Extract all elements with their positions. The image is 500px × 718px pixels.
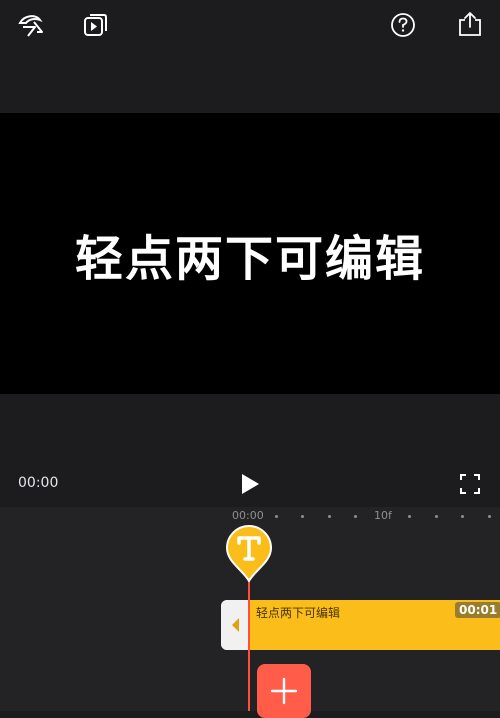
logo-icon[interactable]: [16, 10, 46, 40]
video-preview[interactable]: 轻点两下可编辑: [0, 113, 500, 394]
plus-icon: [270, 677, 298, 705]
current-time: 00:00: [18, 475, 59, 491]
ruler-mid-label: 10f: [374, 509, 392, 522]
ruler-tick: [328, 515, 331, 518]
ruler-tick: [488, 515, 491, 518]
help-icon[interactable]: [389, 11, 417, 39]
text-marker-icon[interactable]: [225, 524, 273, 582]
ruler-start-label: 00:00: [232, 509, 264, 522]
clip-trim-handle[interactable]: [221, 600, 248, 650]
time-ruler: 00:00 10f: [0, 507, 500, 525]
play-icon[interactable]: [238, 471, 262, 497]
ruler-tick: [408, 515, 411, 518]
ruler-tick: [435, 515, 438, 518]
chevron-left-icon: [232, 618, 239, 632]
share-icon[interactable]: [456, 10, 484, 38]
top-bar: [0, 0, 500, 112]
clip-label: 轻点两下可编辑: [256, 606, 341, 620]
add-button[interactable]: [257, 664, 311, 718]
ruler-tick: [275, 515, 278, 518]
ruler-tick: [301, 515, 304, 518]
fullscreen-icon[interactable]: [458, 472, 482, 496]
preview-play-icon[interactable]: [82, 11, 110, 39]
preview-caption[interactable]: 轻点两下可编辑: [0, 113, 500, 394]
ruler-tick: [354, 515, 357, 518]
clip-duration-badge: 00:01: [455, 602, 500, 618]
ruler-tick: [461, 515, 464, 518]
